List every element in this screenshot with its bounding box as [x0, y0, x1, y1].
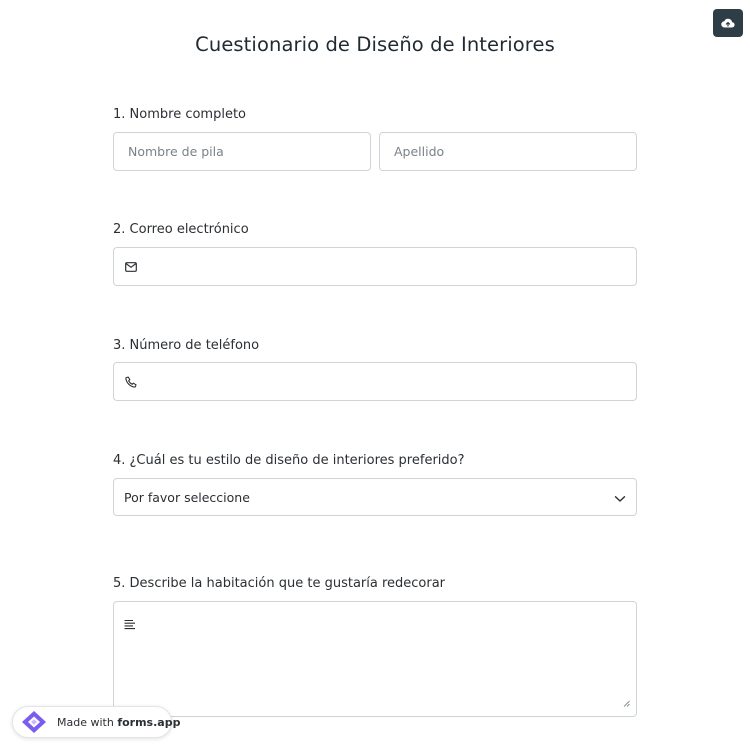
style-select[interactable]: Por favor seleccione	[113, 478, 637, 516]
email-input[interactable]	[114, 248, 636, 285]
phone-field[interactable]	[113, 362, 637, 401]
cloud-upload-icon	[721, 17, 735, 29]
last-name-input[interactable]	[380, 133, 636, 170]
form-title: Cuestionario de Diseño de Interiores	[195, 33, 555, 56]
text-lines-icon	[124, 615, 136, 634]
first-name-input[interactable]	[114, 133, 370, 170]
badge-prefix: Made with	[57, 715, 118, 729]
question-label-room: 5. Describe la habitación que te gustarí…	[113, 576, 446, 591]
forms-app-logo-icon	[19, 709, 49, 735]
chevron-down-icon	[614, 488, 626, 507]
room-description-textarea[interactable]	[113, 601, 637, 717]
phone-icon	[124, 375, 138, 389]
badge-brand: forms.app	[117, 715, 181, 729]
question-label-email: 2. Correo electrónico	[113, 222, 249, 237]
first-name-field[interactable]	[113, 132, 371, 171]
phone-input[interactable]	[114, 363, 636, 400]
made-with-badge[interactable]: Made with forms.app	[12, 706, 180, 738]
question-label-phone: 3. Número de teléfono	[113, 338, 260, 353]
badge-text: Made with forms.app	[57, 716, 180, 729]
envelope-icon	[124, 260, 138, 274]
question-label-full-name: 1. Nombre completo	[113, 107, 246, 122]
question-label-style: 4. ¿Cuál es tu estilo de diseño de inter…	[113, 453, 465, 468]
style-select-value: Por favor seleccione	[124, 489, 250, 505]
resize-handle-icon[interactable]	[623, 692, 630, 711]
email-field[interactable]	[113, 247, 637, 286]
last-name-field[interactable]	[379, 132, 637, 171]
